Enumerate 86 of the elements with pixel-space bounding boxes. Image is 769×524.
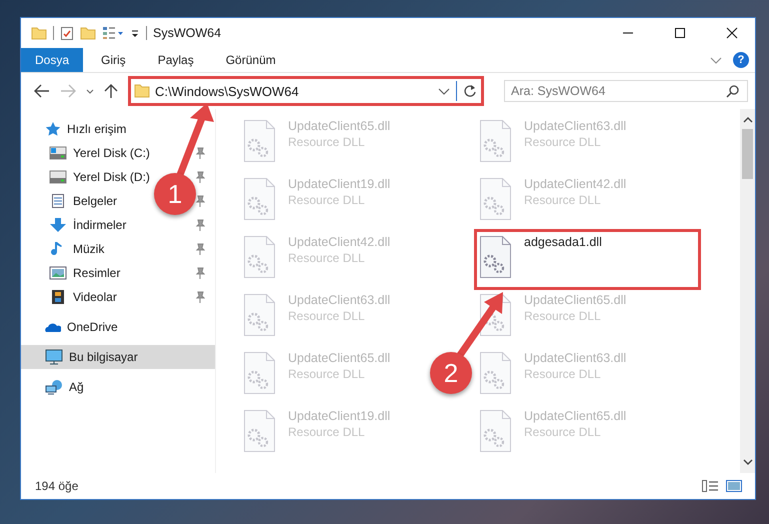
file-name: UpdateClient42.dll (288, 235, 390, 249)
pin-icon[interactable] (195, 291, 205, 303)
pin-icon[interactable] (195, 267, 205, 279)
sidebar-item[interactable]: Hızlı erişim (21, 117, 215, 141)
sidebar-item[interactable]: Yerel Disk (C:) (49, 146, 150, 160)
file-type: Resource DLL (524, 193, 602, 207)
pin-icon[interactable] (195, 147, 205, 159)
item-count: 194 öğe (35, 479, 78, 493)
sidebar-item[interactable]: Videolar (49, 290, 117, 304)
file-type: Resource DLL (288, 367, 366, 381)
folder-icon (134, 84, 150, 98)
sidebar-item[interactable]: Ağ (21, 375, 215, 399)
refresh-icon[interactable] (462, 83, 478, 99)
file-name: UpdateClient42.dll (524, 177, 626, 191)
file-type: Resource DLL (288, 251, 366, 265)
dll-file-icon (478, 177, 512, 221)
pin-icon[interactable] (195, 195, 205, 207)
file-item[interactable]: adgesada1.dll (474, 229, 701, 290)
dll-file-icon (478, 409, 512, 453)
dll-file-icon (242, 235, 276, 279)
dll-file-icon (242, 293, 276, 337)
file-name: UpdateClient65.dll (524, 293, 626, 307)
sidebar-item[interactable]: OneDrive (21, 315, 215, 339)
dll-file-icon (242, 119, 276, 163)
ribbon-tab[interactable]: Dosya (21, 48, 84, 72)
file-type: Resource DLL (288, 193, 366, 207)
file-name: UpdateClient19.dll (288, 177, 390, 191)
drive-icon (49, 170, 67, 184)
sidebar-item[interactable]: Yerel Disk (D:) (49, 170, 150, 184)
file-name: UpdateClient65.dll (288, 351, 390, 365)
dll-file-icon (478, 119, 512, 163)
scrollbar-thumb[interactable] (742, 129, 753, 179)
chevron-down-icon[interactable] (742, 457, 754, 467)
file-type: Resource DLL (524, 135, 602, 149)
sidebar-item[interactable]: Resimler (49, 266, 120, 280)
network-icon (45, 379, 63, 395)
document-icon (49, 194, 67, 208)
file-name: UpdateClient63.dll (524, 351, 626, 365)
view-dropdown-icon[interactable] (102, 26, 124, 40)
search-icon[interactable] (726, 84, 740, 98)
sidebar-item[interactable]: Müzik (49, 242, 104, 256)
search-field[interactable]: Ara: SysWOW64 (504, 80, 748, 102)
up-arrow-icon[interactable] (103, 83, 119, 99)
file-name: UpdateClient65.dll (524, 409, 626, 423)
film-icon (49, 290, 67, 304)
file-type: Resource DLL (524, 425, 602, 439)
ribbon-tab[interactable]: Paylaş (144, 48, 208, 72)
file-name: adgesada1.dll (524, 235, 602, 249)
details-view-icon[interactable] (701, 479, 719, 493)
pin-icon[interactable] (195, 219, 205, 231)
properties-icon[interactable] (60, 26, 74, 40)
sidebar-item[interactable]: İndirmeler (49, 218, 126, 232)
file-type: Resource DLL (288, 135, 366, 149)
ribbon-tab[interactable]: Görünüm (212, 48, 290, 72)
scrollbar[interactable] (740, 109, 755, 473)
pin-icon[interactable] (195, 171, 205, 183)
cloud-icon (45, 321, 61, 333)
drive-icon (49, 146, 67, 160)
sidebar-item[interactable]: Belgeler (49, 194, 118, 208)
file-type: Resource DLL (288, 425, 366, 439)
help-button[interactable]: ? (733, 52, 749, 68)
pin-icon[interactable] (195, 243, 205, 255)
file-name: UpdateClient63.dll (524, 119, 626, 133)
file-name: UpdateClient63.dll (288, 293, 390, 307)
download-arrow-icon (49, 218, 67, 232)
star-icon (45, 121, 61, 137)
large-icons-view-icon[interactable] (725, 479, 743, 493)
picture-icon (49, 266, 67, 280)
sidebar-item[interactable]: Bu bilgisayar (21, 345, 215, 369)
file-type: Resource DLL (524, 309, 602, 323)
file-type: Resource DLL (524, 367, 602, 381)
dll-file-icon (478, 351, 512, 395)
file-type: Resource DLL (288, 309, 366, 323)
file-name: UpdateClient19.dll (288, 409, 390, 423)
dll-file-icon (478, 235, 512, 279)
address-path: C:\Windows\SysWOW64 (155, 84, 300, 98)
window-title: SysWOW64 (153, 26, 222, 40)
dll-file-icon (242, 177, 276, 221)
dll-file-icon (242, 409, 276, 453)
ribbon-tab[interactable]: Giriş (87, 48, 140, 72)
chevron-up-icon[interactable] (742, 115, 754, 125)
computer-icon (45, 349, 63, 365)
back-arrow-icon[interactable] (33, 83, 51, 99)
file-name: UpdateClient65.dll (288, 119, 390, 133)
dll-file-icon (242, 351, 276, 395)
address-field[interactable]: C:\Windows\SysWOW64 (128, 76, 484, 106)
